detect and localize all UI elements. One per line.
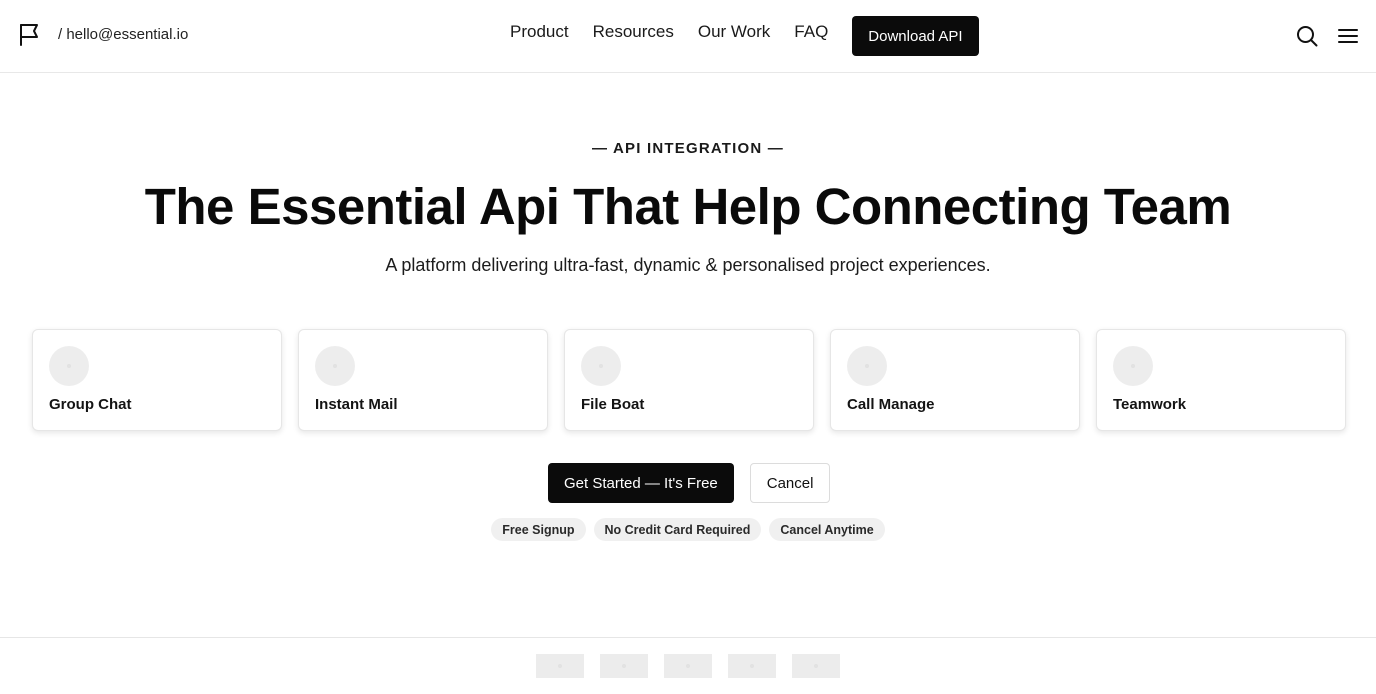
cancel-button[interactable]: Cancel <box>749 463 831 503</box>
hero-title: The Essential Api That Help Connecting T… <box>144 178 1232 235</box>
feature-card-teamwork[interactable]: Teamwork <box>1096 329 1346 431</box>
get-started-button[interactable]: Get Started — It's Free <box>548 463 734 503</box>
feature-icon-placeholder <box>315 346 355 386</box>
benefit-badges: Free Signup No Credit Card Required Canc… <box>0 518 1376 541</box>
badge-no-credit-card: No Credit Card Required <box>593 518 762 541</box>
feature-card-file-boat[interactable]: File Boat <box>564 329 814 431</box>
contact-email[interactable]: / hello@essential.io <box>58 26 188 43</box>
header-actions <box>1295 24 1359 47</box>
section-divider <box>0 637 1376 638</box>
feature-card-call-manage[interactable]: Call Manage <box>830 329 1080 431</box>
badge-free-signup: Free Signup <box>491 518 586 541</box>
feature-card-instant-mail[interactable]: Instant Mail <box>298 329 548 431</box>
nav-link-resources[interactable]: Resources <box>593 20 674 44</box>
feature-card-label: Teamwork <box>1113 396 1187 413</box>
partner-logo-placeholder <box>792 654 840 678</box>
badge-cancel-anytime: Cancel Anytime <box>769 518 885 541</box>
feature-icon-placeholder <box>847 346 887 386</box>
feature-card-label: Group Chat <box>49 396 132 413</box>
site-header: / hello@essential.io Product Resources O… <box>0 0 1376 73</box>
partner-logo-placeholder <box>600 654 648 678</box>
partner-logo-placeholder <box>664 654 712 678</box>
main-nav: Product Resources Our Work FAQ Download … <box>510 16 979 56</box>
search-icon[interactable] <box>1295 24 1318 47</box>
feature-card-label: Instant Mail <box>315 396 398 413</box>
nav-link-faq[interactable]: FAQ <box>794 20 828 44</box>
section-eyebrow: — API INTEGRATION — <box>592 140 784 157</box>
nav-link-product[interactable]: Product <box>510 20 569 44</box>
partner-logo-placeholder <box>536 654 584 678</box>
flag-icon[interactable] <box>17 23 40 46</box>
partner-logos <box>536 654 840 678</box>
nav-link-our-work[interactable]: Our Work <box>698 20 770 44</box>
download-api-button[interactable]: Download API <box>852 16 979 56</box>
cta-group: Get Started — It's Free Cancel <box>548 463 831 503</box>
hamburger-menu-icon[interactable] <box>1336 24 1359 47</box>
feature-cards: Group Chat Instant Mail File Boat Call M… <box>32 329 1346 431</box>
feature-icon-placeholder <box>581 346 621 386</box>
feature-icon-placeholder <box>49 346 89 386</box>
brand: / hello@essential.io <box>17 23 188 46</box>
feature-card-label: File Boat <box>581 396 645 413</box>
partner-logo-placeholder <box>728 654 776 678</box>
hero-subtitle: A platform delivering ultra-fast, dynami… <box>385 255 991 275</box>
feature-icon-placeholder <box>1113 346 1153 386</box>
feature-card-label: Call Manage <box>847 396 935 413</box>
feature-card-group-chat[interactable]: Group Chat <box>32 329 282 431</box>
